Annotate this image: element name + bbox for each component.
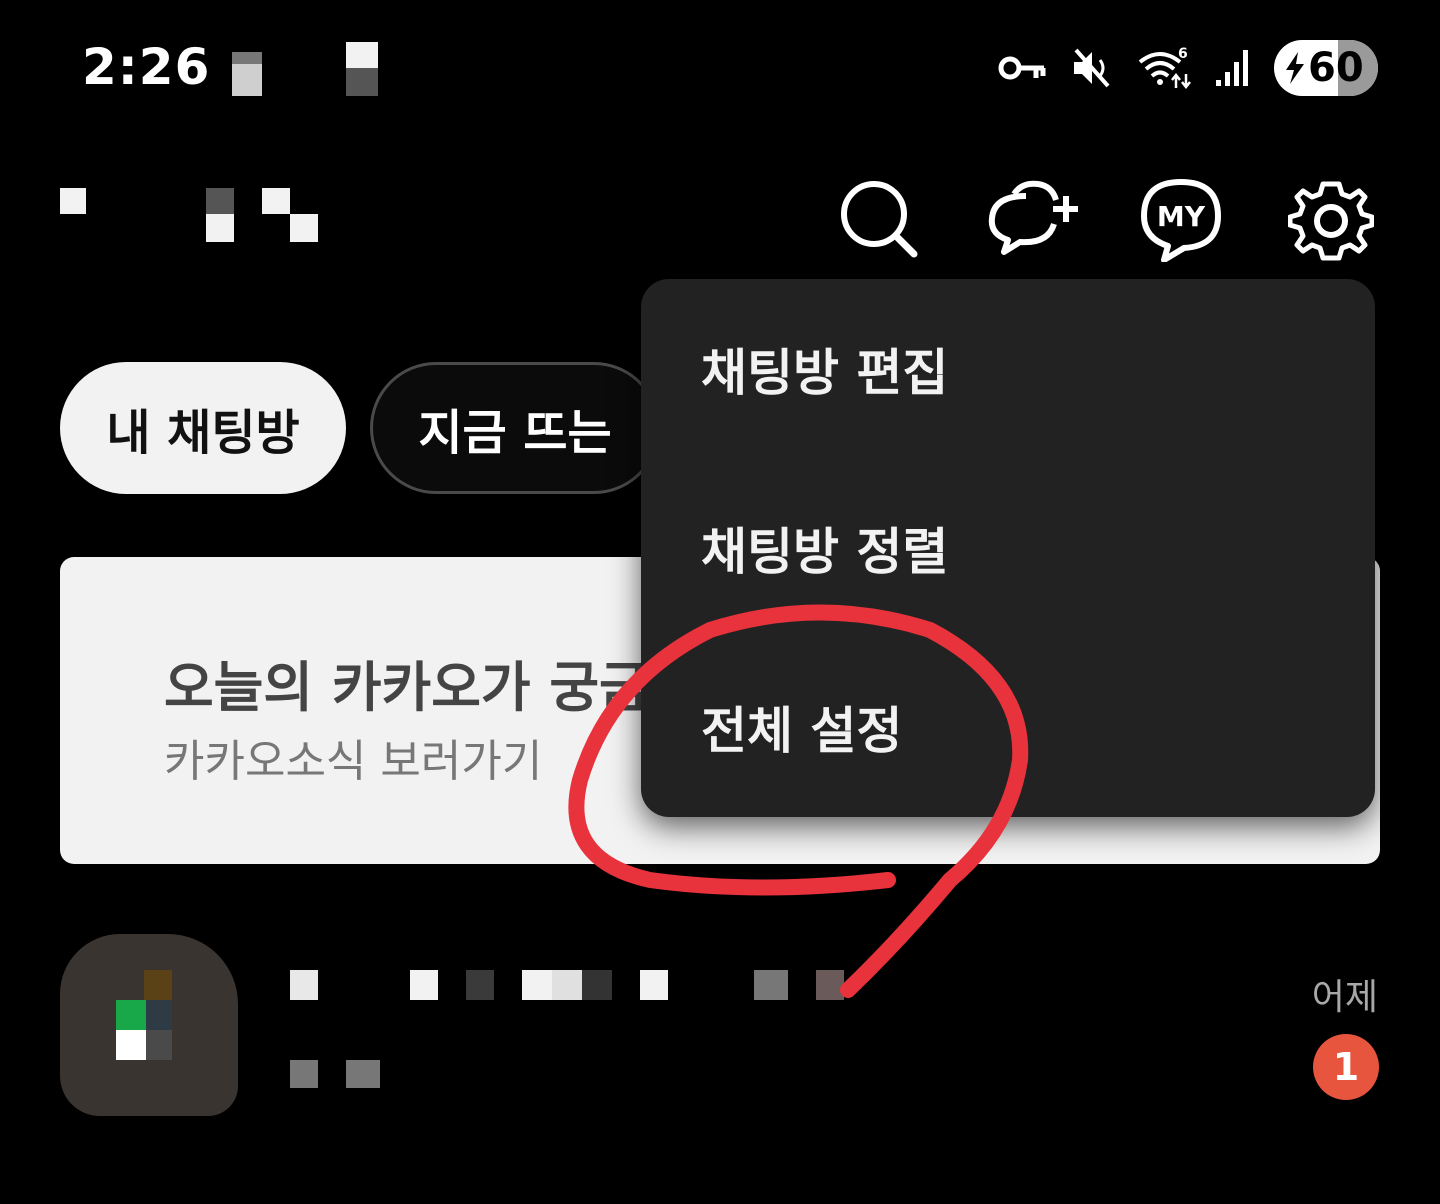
svg-text:6: 6 [1178,46,1188,62]
charging-bolt-icon [1286,52,1304,84]
menu-item-sort-chats[interactable]: 채팅방 정렬 [641,458,1375,638]
banner-title: 오늘의 카카오가 궁금 [164,656,649,719]
avatar [60,934,238,1116]
mute-icon [1074,48,1110,88]
status-icons: 6 60 [996,40,1378,96]
tab-my-chats[interactable]: 내 채팅방 [60,362,346,494]
overflow-menu: 채팅방 편집 채팅방 정렬 전체 설정 [641,279,1375,817]
my-bubble-shape: MY [1141,179,1221,263]
unread-badge: 1 [1313,1034,1379,1100]
banner-subtitle: 카카오소식 보러가기 [164,736,543,787]
settings-icon[interactable] [1288,176,1374,262]
status-time: 2:26 [82,38,211,96]
battery-indicator: 60 [1274,40,1378,96]
battery-level: 60 [1308,45,1364,91]
menu-item-edit-chats[interactable]: 채팅방 편집 [641,279,1375,459]
chat-time: 어제 [1311,977,1378,1018]
new-chat-icon[interactable] [986,176,1078,262]
my-label: MY [1157,200,1206,233]
menu-item-all-settings[interactable]: 전체 설정 [641,637,1375,817]
tab-trending[interactable]: 지금 뜨는 [370,362,660,494]
key-icon [998,56,1046,80]
signal-icon [1216,50,1248,86]
wifi-6-icon: 6 [1138,46,1191,90]
search-icon[interactable] [836,176,922,262]
my-chat-icon[interactable]: MY [1138,176,1224,263]
